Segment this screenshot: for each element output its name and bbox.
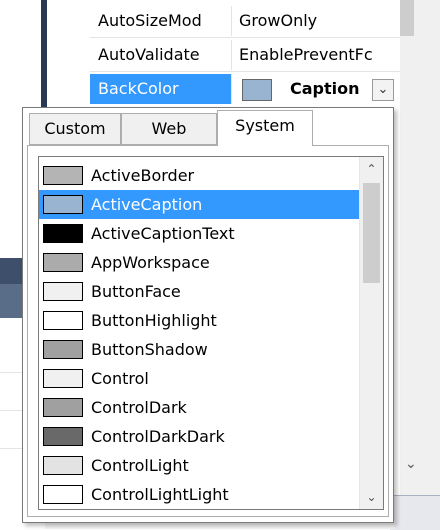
color-label: ActiveBorder — [91, 166, 195, 185]
color-picker-popup: Custom Web System ActiveBorder ActiveCapt… — [22, 107, 394, 523]
property-value[interactable]: EnablePreventFc — [233, 40, 400, 70]
color-list-item[interactable]: ControlLightLight — [39, 480, 359, 509]
color-swatch — [43, 340, 83, 359]
color-list-item[interactable]: ControlDark — [39, 393, 359, 422]
tab-custom[interactable]: Custom — [29, 113, 121, 145]
color-swatch — [43, 427, 83, 446]
scroll-thumb[interactable] — [363, 183, 380, 283]
color-swatch — [43, 485, 83, 504]
property-row-autosizemode[interactable]: AutoSizeMod GrowOnly — [90, 6, 400, 36]
color-list-item[interactable]: ButtonShadow — [39, 335, 359, 364]
tab-system[interactable]: System — [217, 110, 313, 146]
color-list-item[interactable]: ButtonHighlight — [39, 306, 359, 335]
color-swatch — [43, 456, 83, 475]
color-label: ControlDarkDark — [91, 427, 225, 446]
property-grid-scrollbar-thumb[interactable] — [400, 0, 414, 36]
color-list-item[interactable]: ActiveCaptionText — [39, 219, 359, 248]
backcolor-swatch — [242, 79, 272, 101]
row-divider — [90, 37, 400, 38]
color-label: ButtonShadow — [91, 340, 208, 359]
ide-right-footer — [390, 495, 440, 530]
color-list-item[interactable]: Control — [39, 364, 359, 393]
property-value[interactable]: GrowOnly — [233, 6, 400, 36]
color-label: Control — [91, 369, 149, 388]
backcolor-dropdown-button[interactable]: ⌄ — [372, 79, 394, 101]
property-name: AutoSizeMod — [90, 6, 232, 36]
color-label: AppWorkspace — [91, 253, 210, 272]
chevron-down-icon[interactable]: ⌄ — [405, 456, 417, 472]
color-swatch — [43, 253, 83, 272]
color-swatch — [43, 282, 83, 301]
color-list-item[interactable]: ControlLight — [39, 451, 359, 480]
color-swatch — [43, 224, 83, 243]
color-list-item[interactable]: ButtonFace — [39, 277, 359, 306]
color-list-item[interactable]: ActiveBorder — [39, 161, 359, 190]
backcolor-value[interactable]: Caption — [290, 74, 360, 104]
color-swatch — [43, 311, 83, 330]
color-label: ActiveCaptionText — [91, 224, 235, 243]
property-name: AutoValidate — [90, 40, 232, 70]
property-name: BackColor — [90, 74, 232, 104]
ide-right-panel — [400, 0, 440, 529]
color-swatch — [43, 195, 83, 214]
chevron-down-icon: ⌄ — [377, 82, 389, 97]
tab-web[interactable]: Web — [121, 113, 217, 145]
property-row-autovalidate[interactable]: AutoValidate EnablePreventFc — [90, 40, 400, 70]
scroll-down-icon[interactable]: ⌄ — [360, 485, 383, 509]
color-label: ControlLight — [91, 456, 189, 475]
color-swatch — [43, 398, 83, 417]
system-tab-panel: ActiveBorder ActiveCaption ActiveCaptionTe… — [27, 145, 389, 517]
row-divider — [90, 71, 400, 72]
color-label: ActiveCaption — [91, 195, 203, 214]
color-label: ButtonFace — [91, 282, 181, 301]
color-list-item[interactable]: AppWorkspace — [39, 248, 359, 277]
scroll-up-icon[interactable]: ⌃ — [360, 157, 383, 181]
system-color-list[interactable]: ActiveBorder ActiveCaption ActiveCaptionTe… — [38, 156, 384, 510]
color-swatch — [43, 369, 83, 388]
color-list-item[interactable]: ControlDarkDark — [39, 422, 359, 451]
color-list-item[interactable]: ActiveCaption — [39, 190, 359, 219]
color-label: ControlDark — [91, 398, 187, 417]
list-scrollbar[interactable]: ⌃ ⌄ — [359, 157, 383, 509]
color-swatch — [43, 166, 83, 185]
color-label: ButtonHighlight — [91, 311, 217, 330]
color-label: ControlLightLight — [91, 485, 229, 504]
